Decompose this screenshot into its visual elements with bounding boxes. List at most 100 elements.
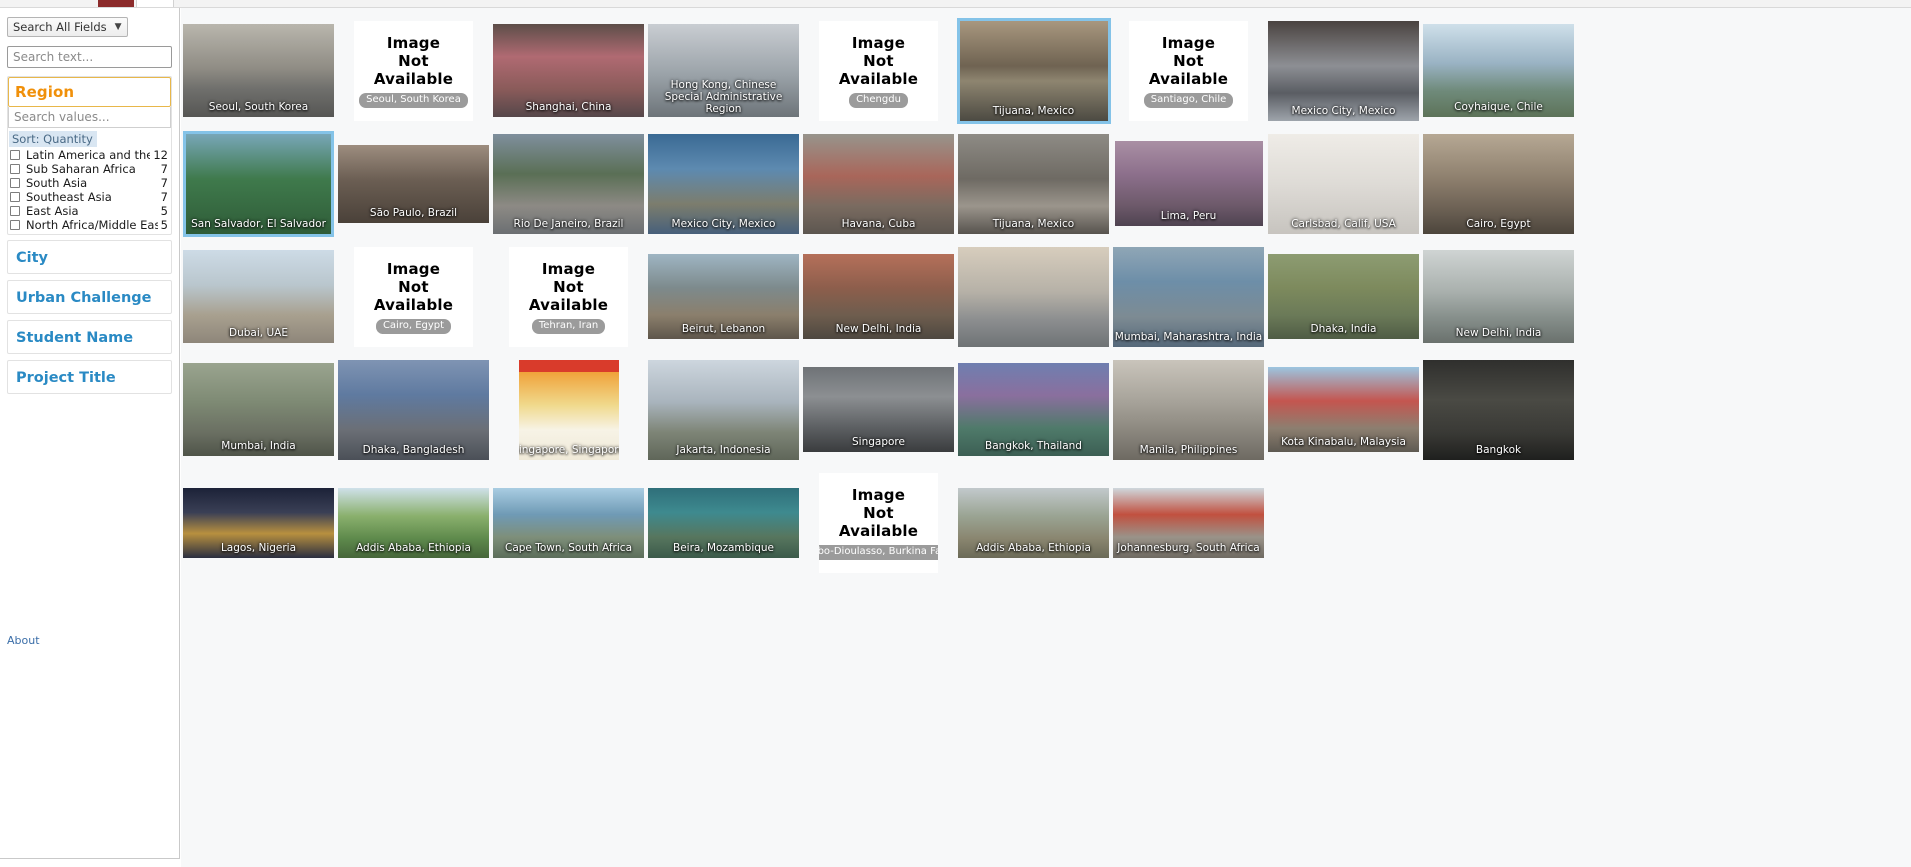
gallery-tile-photo[interactable]: Bangkok, Thailand (958, 363, 1109, 456)
gallery-tile-photo[interactable]: San Salvador, El Salvador (186, 133, 331, 234)
checkbox-icon[interactable] (10, 206, 20, 216)
gallery-tile-photo[interactable]: Manila, Philippines (1113, 359, 1264, 460)
gallery-cell: Cape Town, South Africa (491, 466, 646, 579)
gallery-thumbnail-image: Carlsbad, Calif, USA (1268, 133, 1419, 234)
gallery-tile-photo[interactable]: Mumbai, India (183, 363, 334, 456)
gallery-tile-photo[interactable]: Dhaka, India (1268, 254, 1419, 339)
gallery-tile-photo[interactable]: Addis Ababa, Ethiopia (338, 487, 489, 558)
na-line-2: Not (553, 277, 584, 296)
na-line-2: Not (398, 277, 429, 296)
gallery-tile-photo[interactable]: Mexico City, Mexico (648, 133, 799, 234)
active-tab-indicator[interactable] (98, 0, 134, 7)
gallery-tile-caption: Shanghai, China (525, 101, 612, 113)
gallery-thumbnail-image: Seoul, South Korea (183, 24, 334, 117)
gallery-tile-caption: Dhaka, India (1310, 323, 1377, 335)
gallery-tile-caption: Cairo, Egypt (375, 318, 452, 334)
gallery-cell: Cairo, Egypt (1421, 127, 1576, 240)
gallery-tile-photo[interactable]: Addis Ababa, Ethiopia (958, 487, 1109, 558)
project-title-filter-card[interactable]: Project Title (7, 360, 172, 394)
gallery-tile-placeholder[interactable]: Image Not Available Tehran, Iran (509, 246, 628, 347)
gallery-thumbnail-image: Beira, Mozambique (648, 487, 799, 558)
gallery-tile-photo[interactable]: Lima, Peru (1114, 141, 1263, 226)
gallery-cell: Image Not Available Cairo, Egypt (336, 240, 491, 353)
gallery-tile-photo[interactable]: Johannesburg, South Africa (1113, 487, 1264, 558)
region-sort-toggle[interactable]: Sort: Quantity (9, 131, 97, 147)
na-line-1: Image (386, 259, 441, 278)
gallery-tile-photo[interactable]: Tijuana, Mexico (959, 20, 1108, 121)
gallery-tile-photo[interactable]: Carlsbad, Calif, USA (1268, 133, 1419, 234)
search-field-selector[interactable]: Search All Fields ▼ (7, 17, 128, 37)
image-not-available-text: Image Not Available (839, 34, 918, 88)
gallery-tile-placeholder[interactable]: Image Not Available Seoul, South Korea (354, 20, 473, 121)
gallery-tile-photo[interactable]: Singapore (803, 367, 954, 452)
gallery-thumbnail-image: New Delhi, India (803, 254, 954, 339)
na-line-3: Available (373, 69, 454, 88)
gallery-tile-placeholder[interactable]: Image Not Available Cairo, Egypt (354, 246, 473, 347)
region-value-count: 7 (160, 176, 168, 190)
gallery-tile-photo[interactable]: Kota Kinabalu, Malaysia (1268, 367, 1419, 452)
gallery-tile-photo[interactable]: Bangkok (1423, 359, 1574, 460)
checkbox-icon[interactable] (10, 164, 20, 174)
gallery-tile-photo[interactable]: Seoul, South Korea (183, 24, 334, 117)
checkbox-icon[interactable] (10, 178, 20, 188)
region-value-row[interactable]: South Asia 7 (9, 176, 170, 190)
checkbox-icon[interactable] (10, 192, 20, 202)
city-filter-card[interactable]: City (7, 240, 172, 274)
gallery-tile-photo[interactable]: New Delhi, India (803, 254, 954, 339)
gallery-tile-photo[interactable]: Jakarta, Indonesia (648, 359, 799, 460)
gallery-tile-photo[interactable]: Singapore, Singapore (518, 359, 619, 460)
gallery-tile-caption: Dubai, UAE (229, 327, 288, 339)
gallery-tile-photo[interactable]: Cape Town, South Africa (493, 487, 644, 558)
gallery-tile-photo[interactable]: Beira, Mozambique (648, 487, 799, 558)
region-value-row[interactable]: North Africa/Middle East 5 (9, 218, 170, 232)
inactive-tab-indicator[interactable] (136, 0, 174, 7)
gallery-tile-photo[interactable]: New Delhi, India (1423, 250, 1574, 343)
gallery-thumbnail-image: Manila, Philippines (1113, 359, 1264, 460)
gallery-cell: Bangkok, Thailand (956, 353, 1111, 466)
image-gallery[interactable]: Seoul, South Korea Image Not Available Seoul… (181, 8, 1911, 867)
region-value-count: 5 (160, 218, 168, 232)
region-value-row[interactable]: Sub Saharan Africa 7 (9, 162, 170, 176)
region-value-count: 5 (160, 204, 168, 218)
gallery-tile-placeholder[interactable]: Image Not Available Chengdu (819, 20, 938, 121)
gallery-thumbnail-image: Cape Town, South Africa (493, 487, 644, 558)
gallery-tile-photo[interactable]: Coyhaique, Chile (1423, 24, 1574, 117)
gallery-tile-photo[interactable]: Hong Kong, Chinese Special Administrativ… (648, 24, 799, 117)
gallery-tile-photo[interactable]: Tijuana, Mexico (958, 133, 1109, 234)
gallery-tile-placeholder[interactable]: ImageNotAvailable Bobo-Dioulasso, Burkina… (819, 472, 938, 573)
gallery-tile-photo[interactable]: Havana, Cuba (803, 133, 954, 234)
checkbox-icon[interactable] (10, 220, 20, 230)
gallery-tile-photo[interactable]: Beirut, Lebanon (648, 254, 799, 339)
gallery-tile-photo[interactable]: Shanghai, China (493, 24, 644, 117)
gallery-tile-caption: Singapore (852, 436, 905, 448)
gallery-tile-photo[interactable]: Cairo, Egypt (1423, 133, 1574, 234)
gallery-row: Lagos, Nigeria Addis Ababa, Ethiopia Cape … (181, 466, 1911, 579)
gallery-cell: Mexico City, Mexico (1266, 14, 1421, 127)
gallery-tile-placeholder[interactable]: Image Not Available Santiago, Chile (1129, 20, 1248, 121)
gallery-tile-photo[interactable]: Mexico City, Mexico (1268, 20, 1419, 121)
gallery-tile-photo[interactable]: São Paulo, Brazil (338, 144, 489, 223)
gallery-tile-caption: Cape Town, South Africa (505, 541, 632, 554)
gallery-tile-photo[interactable]: Dhaka, Bangladesh (338, 359, 489, 460)
region-filter-header[interactable]: Region (8, 77, 171, 107)
checkbox-icon[interactable] (10, 150, 20, 160)
gallery-tile-photo[interactable]: Rio De Janeiro, Brazil (493, 133, 644, 234)
region-value-row[interactable]: Southeast Asia 7 (9, 190, 170, 204)
gallery-tile-photo[interactable] (958, 246, 1109, 347)
urban-challenge-filter-card[interactable]: Urban Challenge (7, 280, 172, 314)
gallery-cell: Mumbai, India (181, 353, 336, 466)
gallery-tile-photo[interactable]: Mumbai, Maharashtra, India (1113, 246, 1264, 347)
gallery-tile-caption: Mexico City, Mexico (1291, 104, 1396, 117)
student-name-filter-card[interactable]: Student Name (7, 320, 172, 354)
about-link[interactable]: About (7, 634, 40, 647)
image-not-available-text: Image Not Available (374, 260, 453, 314)
search-input[interactable] (7, 46, 172, 68)
region-value-row[interactable]: Latin America and the Caribbean 12 (9, 148, 170, 162)
region-values-search-input[interactable] (8, 107, 171, 128)
application-window: { "sidebar": { "field_select": { "label"… (0, 0, 1911, 867)
gallery-tile-caption: Singapore, Singapore (518, 443, 619, 456)
gallery-tile-photo[interactable]: Dubai, UAE (183, 250, 334, 343)
gallery-tile-caption: Rio De Janeiro, Brazil (513, 217, 624, 230)
gallery-tile-photo[interactable]: Lagos, Nigeria (183, 487, 334, 558)
region-value-row[interactable]: East Asia 5 (9, 204, 170, 218)
